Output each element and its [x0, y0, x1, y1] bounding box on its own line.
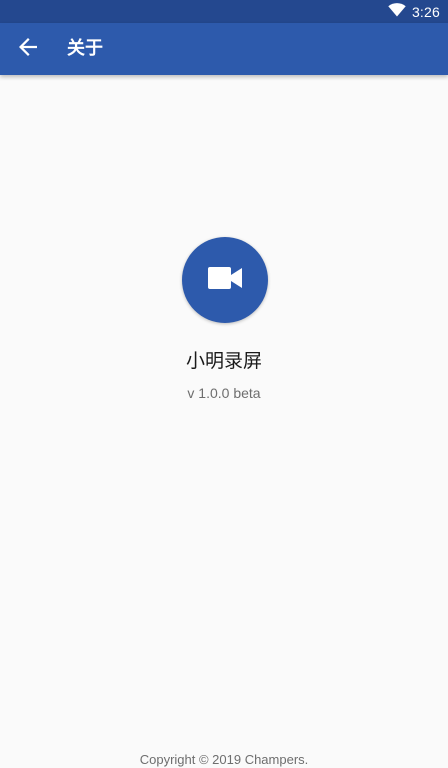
app-version: v 1.0.0 beta — [187, 385, 261, 401]
copyright-text: Copyright © 2019 Champers. — [139, 752, 309, 767]
app-toolbar: 关于 — [0, 23, 448, 75]
app-logo — [182, 237, 268, 323]
videocam-icon — [208, 267, 242, 293]
back-button[interactable] — [6, 27, 50, 71]
status-bar-right: 3:26 — [388, 0, 440, 23]
status-bar: 3:26 — [0, 0, 448, 23]
toolbar-title: 关于 — [67, 38, 103, 59]
status-time: 3:26 — [411, 3, 440, 20]
wifi-icon — [388, 2, 406, 21]
app-name: 小明录屏 — [185, 350, 262, 372]
arrow-back-icon — [19, 38, 37, 60]
